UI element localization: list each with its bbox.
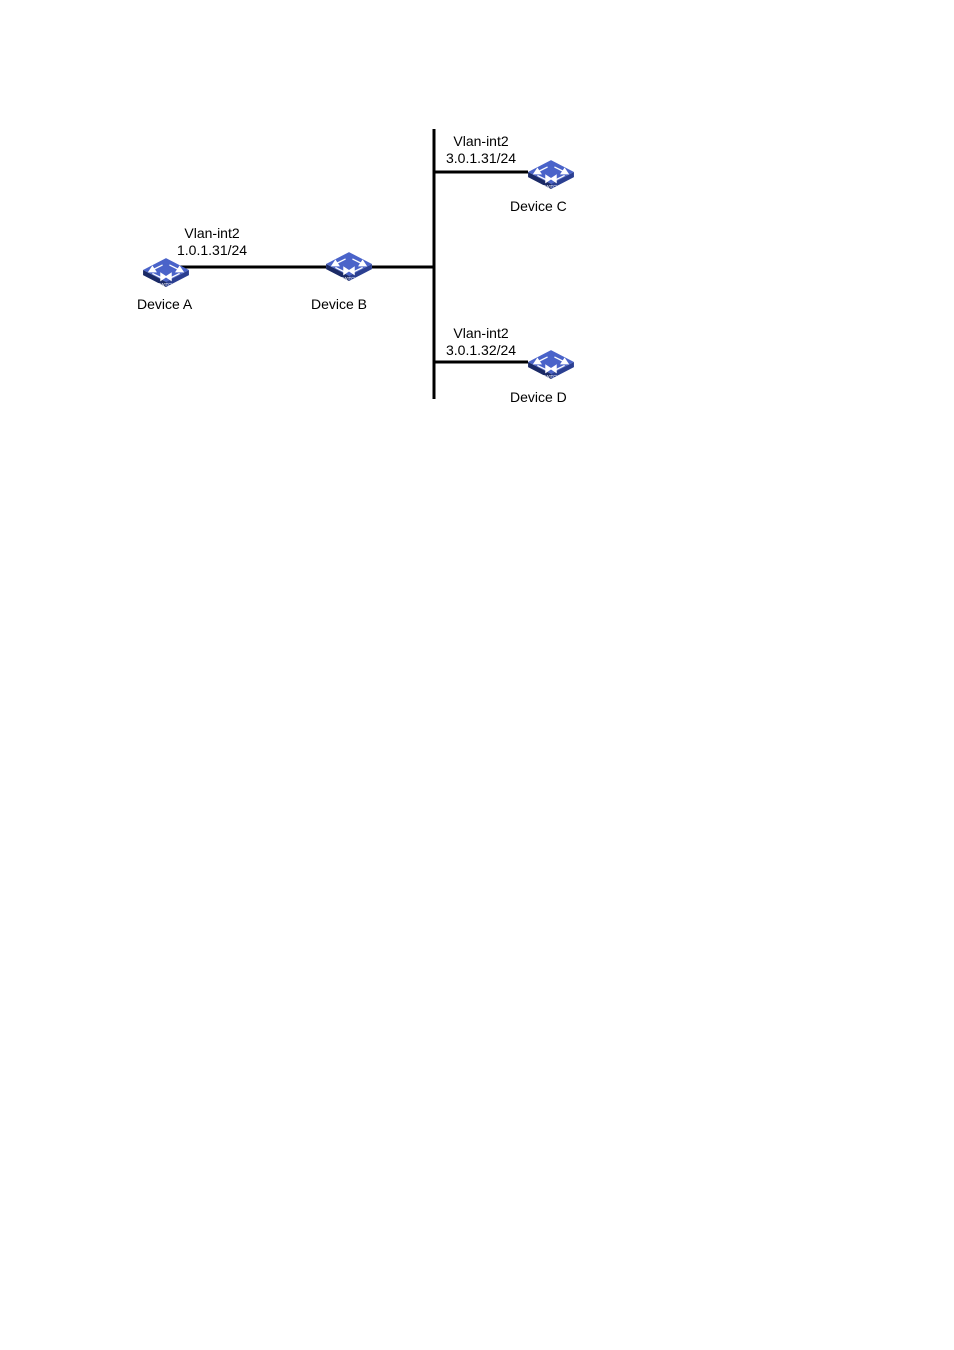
device-label-b: Device B [311,296,367,313]
interface-ip: 3.0.1.32/24 [446,342,516,359]
diagram-canvas: SWITCH SWITCH [0,0,954,1350]
switch-icon: SWITCH [323,247,375,281]
interface-label-device-a: Vlan-int2 1.0.1.31/24 [177,225,247,259]
device-label-d: Device D [510,389,567,406]
switch-icon: SWITCH [525,155,577,189]
switch-icon: SWITCH [525,345,577,379]
svg-text:SWITCH: SWITCH [158,282,175,287]
interface-name: Vlan-int2 [446,133,516,150]
interface-ip: 3.0.1.31/24 [446,150,516,167]
svg-text:SWITCH: SWITCH [341,276,358,281]
device-label-c: Device C [510,198,567,215]
interface-label-device-d: Vlan-int2 3.0.1.32/24 [446,325,516,359]
svg-text:SWITCH: SWITCH [543,184,560,189]
interface-name: Vlan-int2 [446,325,516,342]
network-links [0,0,954,1350]
svg-text:SWITCH: SWITCH [543,374,560,379]
interface-label-device-c: Vlan-int2 3.0.1.31/24 [446,133,516,167]
interface-ip: 1.0.1.31/24 [177,242,247,259]
device-label-a: Device A [137,296,192,313]
interface-name: Vlan-int2 [177,225,247,242]
